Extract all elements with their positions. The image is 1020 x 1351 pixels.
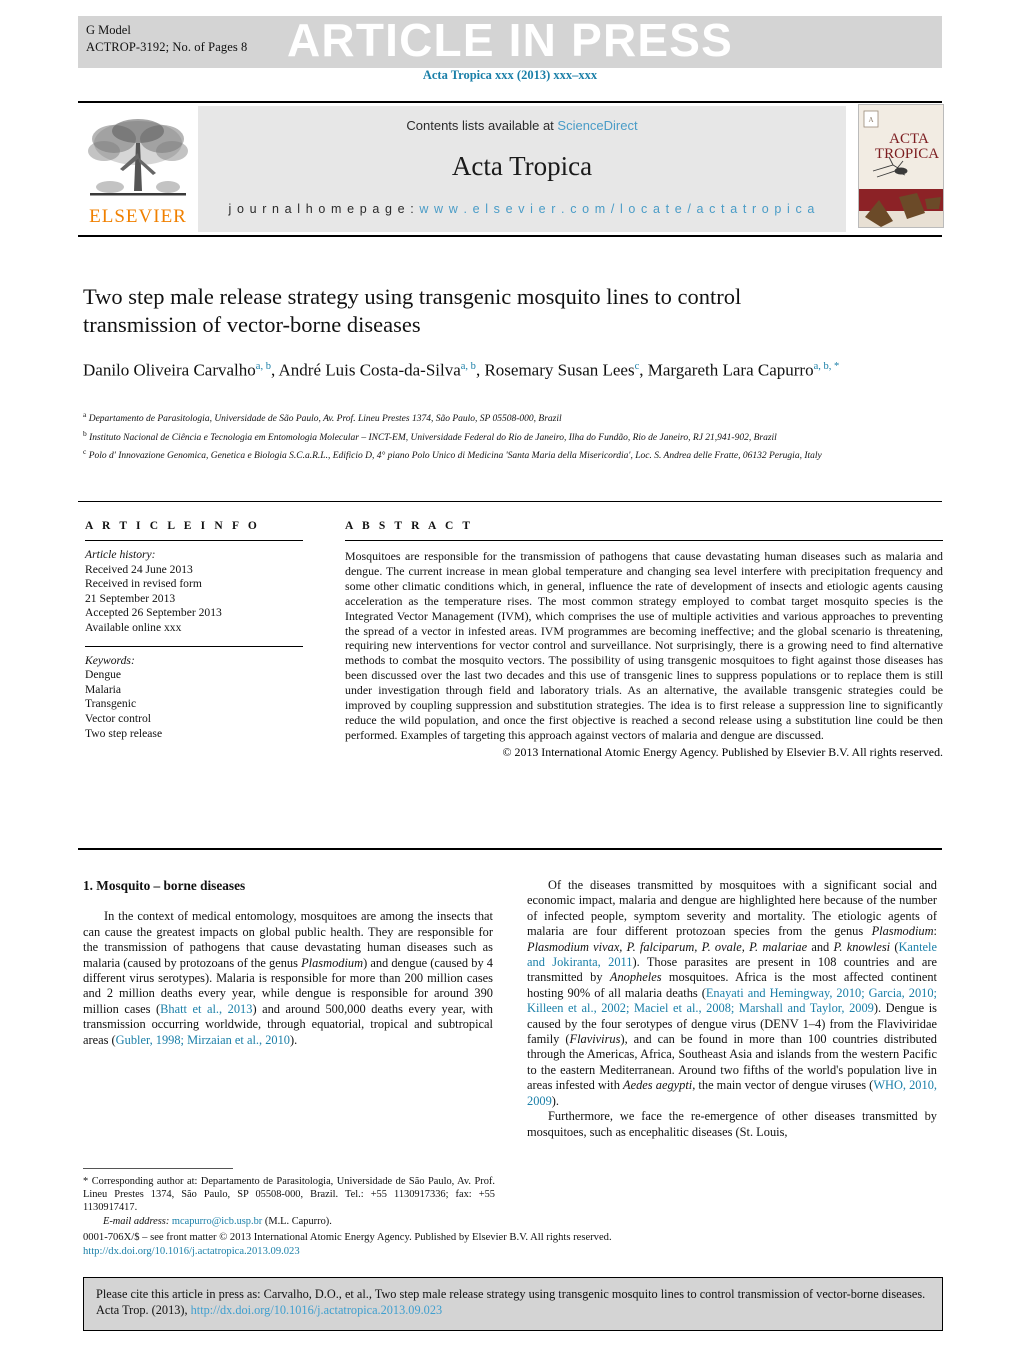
species-name: Plasmodium [871, 924, 934, 939]
body-text: : [933, 924, 937, 939]
article-history-item: Available online xxx [85, 620, 182, 634]
article-history-item: Received 24 June 2013 [85, 562, 193, 576]
svg-text:ACTA: ACTA [889, 131, 929, 147]
keyword-items: Dengue Malaria Transgenic Vector control Two… [85, 668, 303, 741]
article-in-press-text: ARTICLE IN PRESS [286, 14, 734, 66]
elsevier-wordmark: ELSEVIER [89, 206, 187, 227]
journal-reference-line: Acta Tropica xxx (2013) xxx–xxx [422, 68, 598, 82]
species-name: Plasmodium vivax, P. falciparum, P. oval… [527, 939, 808, 954]
author-list: Danilo Oliveira Carvalhoa, b, André Luis… [83, 360, 840, 380]
journal-homepage-line: j o u r n a l h o m e p a g e : w w w . … [198, 202, 846, 216]
affiliation-item: a Departamento de Parasitologia, Univers… [83, 410, 562, 425]
svg-text:A: A [868, 116, 873, 124]
homepage-url-link[interactable]: w w w . e l s e v i e r . c o m / l o c … [419, 202, 815, 216]
keyword-item: Malaria [85, 682, 122, 696]
abstract-divider [345, 540, 943, 541]
cover-artwork-icon: A ACTA TROPICA [859, 105, 943, 227]
citation-link[interactable]: Gubler, 1998; Mirzaian et al., 2010 [116, 1033, 290, 1047]
svg-text:TROPICA: TROPICA [875, 146, 939, 162]
abstract-bottom-rule [78, 848, 942, 850]
body-text: Furthermore, we face the re-emergence of… [527, 1109, 937, 1139]
journal-masthead: Contents lists available at ScienceDirec… [198, 106, 846, 232]
article-history-label: Article history: [85, 548, 156, 561]
species-name: Aedes aegypti [623, 1078, 693, 1093]
affiliation-marker: b [83, 428, 87, 438]
cite-doi-link[interactable]: http://dx.doi.org/10.1016/j.actatropica.… [191, 1303, 443, 1317]
keywords-block: Keywords: Dengue Malaria Transgenic Vector … [85, 654, 303, 742]
species-name: Plasmodium [301, 955, 364, 970]
body-text: and [807, 939, 834, 954]
contents-lists-line: Contents lists available at ScienceDirec… [198, 118, 846, 133]
body-column-left: 1. Mosquito – borne diseases In the cont… [83, 878, 493, 1048]
keyword-item: Two step release [85, 726, 163, 740]
article-info-heading: A R T I C L E I N F O [85, 520, 260, 532]
affiliation-item: b Instituto Nacional de Ciência e Tecnol… [83, 428, 777, 443]
issn-copyright-block: 0001-706X/$ – see front matter © 2013 In… [83, 1231, 783, 1259]
article-history-block: Article history: Received 24 June 2013 Re… [85, 548, 303, 636]
issn-line: 0001-706X/$ – see front matter © 2013 In… [83, 1232, 612, 1243]
species-name: P. knowlesi [833, 939, 891, 954]
article-info-divider [85, 540, 303, 541]
masthead-rule-bottom [78, 235, 942, 237]
masthead-rule-top [78, 101, 942, 103]
page-title: Two step male release strategy using tra… [83, 284, 742, 337]
article-history-item: Accepted 26 September 2013 [85, 606, 222, 620]
email-owner: (M.L. Capurro). [264, 1215, 332, 1227]
issn-doi-link[interactable]: http://dx.doi.org/10.1016/j.actatropica.… [83, 1245, 783, 1259]
info-section-rule [78, 501, 942, 502]
citation-link[interactable]: Bhatt et al., 2013 [160, 1002, 252, 1016]
contents-prefix: Contents lists available at [406, 118, 558, 133]
section-title: 1. Mosquito – borne diseases [83, 878, 246, 893]
email-address-label: E-mail address: [103, 1215, 170, 1227]
abstract-heading: A B S T R A C T [345, 520, 474, 532]
body-text: , the main vector of dengue viruses ( [692, 1078, 874, 1093]
body-column-right: Of the diseases transmitted by mosquitoe… [527, 878, 937, 1140]
body-paragraph: In the context of medical entomology, mo… [83, 909, 493, 1048]
right-paragraphs: Of the diseases transmitted by mosquitoe… [527, 878, 937, 1140]
affiliation-item: c Polo d' Innovazione Genomica, Genetica… [83, 447, 822, 462]
sciencedirect-link[interactable]: ScienceDirect [557, 118, 637, 133]
keywords-label: Keywords: [85, 653, 135, 667]
keyword-item: Dengue [85, 668, 122, 682]
article-history-item: 21 September 2013 [85, 591, 176, 605]
affiliation-marker: a [83, 410, 87, 419]
affiliation-list: a Departamento de Parasitologia, Univers… [83, 408, 873, 464]
email-address-link[interactable]: mcapurro@icb.usp.br [172, 1216, 262, 1227]
homepage-label: j o u r n a l h o m e p a g e : [228, 202, 420, 216]
journal-cover-thumbnail: A ACTA TROPICA [858, 104, 944, 228]
footnote-marker: * [83, 1176, 89, 1187]
body-text: ). [289, 1032, 298, 1047]
body-paragraph: Of the diseases transmitted by mosquitoe… [527, 878, 937, 1109]
paper-page: G Model ACTROP-3192; No. of Pages 8 ARTI… [0, 0, 1020, 1351]
species-name: Flavivirus [569, 1032, 621, 1047]
cite-this-article-box: Please cite this article in press as: Ca… [83, 1277, 943, 1331]
affiliation-marker: c [83, 447, 87, 457]
keyword-item: Vector control [85, 711, 151, 725]
footnote-rule [83, 1168, 233, 1169]
article-info-column: A R T I C L E I N F O Article history: R… [85, 520, 303, 741]
keywords-divider [85, 645, 303, 647]
body-paragraph: Furthermore, we face the re-emergence of… [527, 1109, 937, 1140]
abstract-text: Mosquitoes are responsible for the trans… [345, 549, 943, 742]
article-history-items: Received 24 June 2013 Received in revised… [85, 563, 303, 636]
left-paragraphs: In the context of medical entomology, mo… [83, 909, 493, 1048]
article-history-item: Received in revised form [85, 577, 202, 591]
abstract-copyright: © 2013 International Atomic Energy Agenc… [502, 744, 943, 759]
abstract-column: A B S T R A C T Mosquitoes are responsib… [345, 520, 943, 760]
species-name: Anopheles [609, 970, 662, 985]
elsevier-logo: ELSEVIER [79, 104, 197, 232]
elsevier-tree-icon [88, 119, 188, 196]
keyword-item: Transgenic [85, 697, 137, 711]
body-text: ). [551, 1093, 560, 1108]
journal-title: Acta Tropica [451, 151, 593, 181]
corresponding-author-footnote: * Corresponding author at: Departamento … [83, 1175, 495, 1228]
